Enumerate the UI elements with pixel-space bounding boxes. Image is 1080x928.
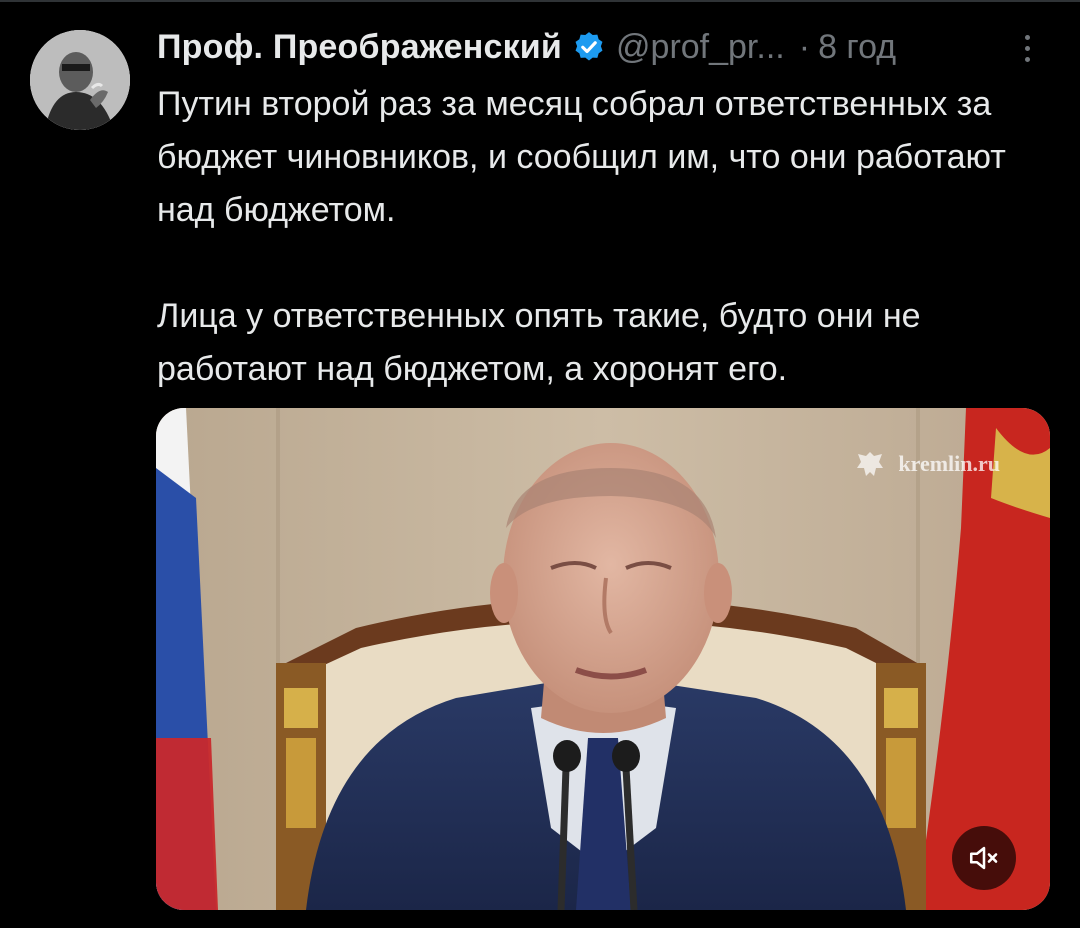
tweet-text: Путин второй раз за месяц собрал ответст… <box>157 78 1057 396</box>
kremlin-watermark: kremlin.ru <box>852 446 1000 482</box>
avatar[interactable] <box>30 30 130 130</box>
volume-muted-icon <box>969 846 998 870</box>
verified-badge-icon <box>572 30 606 64</box>
tweet-video[interactable]: kremlin.ru <box>156 408 1050 910</box>
mute-button[interactable] <box>952 826 1016 890</box>
watermark-text: kremlin.ru <box>898 451 1000 476</box>
tweet-paragraph-1: Путин второй раз за месяц собрал ответст… <box>157 85 1006 229</box>
top-divider <box>0 0 1080 2</box>
tweet-paragraph-2: Лица у ответственных опять такие, будто … <box>157 297 921 388</box>
coat-of-arms-icon <box>857 452 884 476</box>
avatar-image <box>30 30 130 130</box>
author-handle[interactable]: @prof_pr... <box>616 28 785 67</box>
tweet-timestamp[interactable]: 8 год <box>818 28 896 67</box>
tweet-header: Проф. Преображенский @prof_pr... · 8 год <box>157 24 1057 70</box>
author-display-name[interactable]: Проф. Преображенский <box>157 28 562 67</box>
separator-dot: · <box>798 27 811 66</box>
video-frame <box>156 408 1050 910</box>
more-options-icon[interactable] <box>1012 28 1042 68</box>
